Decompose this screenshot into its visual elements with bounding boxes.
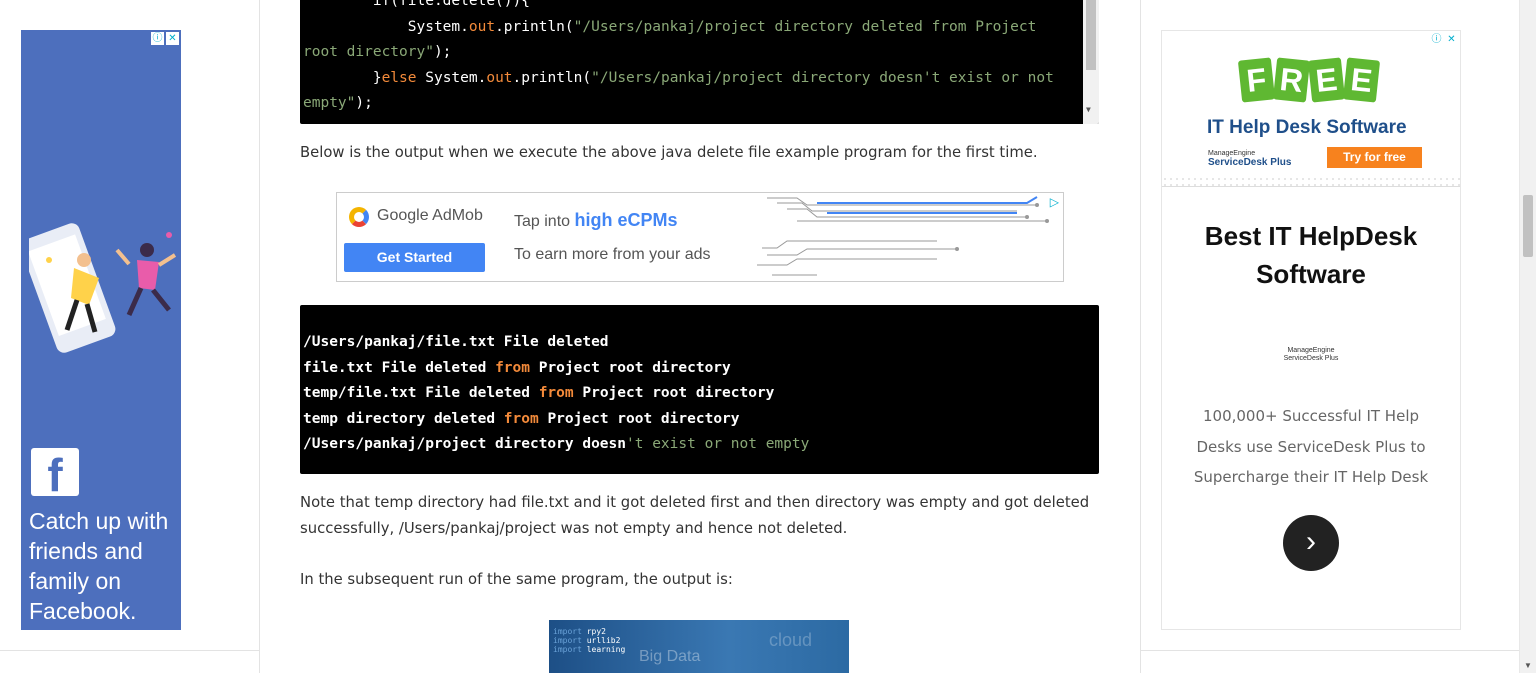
image-code-text: import rpy2 import urllib2 import learni… (553, 627, 626, 654)
code-line: empty"); (303, 95, 373, 111)
output-line: /Users/pankaj/file.txt File deleted (303, 334, 609, 350)
code-line: root directory"); (303, 44, 452, 60)
left-sidebar: ⓘ ✕ f Catch up with friends and family o… (0, 0, 260, 673)
servicedesk-ad[interactable]: ⓘ ✕ FREE IT Help Desk Software ManageEng… (1161, 30, 1461, 630)
ad-description: 100,000+ Successful IT Help Desks use Se… (1193, 407, 1429, 486)
right-sidebar: ⓘ ✕ FREE IT Help Desk Software ManageEng… (1141, 0, 1519, 673)
servicedesk-banner[interactable]: ⓘ ✕ FREE IT Help Desk Software ManageEng… (1162, 31, 1460, 187)
google-admob-ad[interactable]: Google AdMob Get Started Tap into high e… (336, 192, 1064, 282)
page-scrollbar[interactable]: ▼ (1519, 0, 1536, 673)
console-output-block[interactable]: /Users/pankaj/file.txt File deleted file… (300, 305, 1099, 474)
ad-close-icon[interactable]: ✕ (166, 32, 179, 45)
phone-illustration (29, 223, 177, 353)
right-divider (1141, 650, 1519, 651)
code-scroll-thumb[interactable] (1086, 0, 1096, 70)
scroll-down-arrow-icon[interactable]: ▼ (1086, 97, 1091, 123)
dotted-pattern (1162, 176, 1460, 186)
admob-subtext: To earn more from your ads (514, 246, 711, 263)
facebook-logo-icon: f (31, 448, 79, 496)
banner-title: IT Help Desk Software (1207, 117, 1407, 138)
facebook-ad[interactable]: ⓘ ✕ f Catch up with friends and family o… (21, 30, 181, 630)
free-letter: R (1272, 57, 1311, 103)
ad-choices-badge[interactable]: ⓘ ✕ (151, 32, 179, 45)
ad-info-icon[interactable]: ⓘ (151, 32, 164, 45)
code-line: if(file.delete()){ (303, 0, 530, 9)
output-line: temp directory deleted from Project root… (303, 410, 740, 427)
image-cloud-text: cloud (769, 630, 813, 650)
article-content: if(file.delete()){ System.out.println("/… (260, 0, 1141, 673)
admob-logo-icon (349, 207, 369, 227)
scroll-down-arrow-icon[interactable]: ▼ (1524, 661, 1532, 670)
next-arrow-button[interactable]: › (1283, 515, 1339, 571)
free-letter: E (1342, 57, 1381, 103)
facebook-ad-text: Catch up with friends and family on Face… (29, 508, 169, 624)
paragraph-note: Note that temp directory had file.txt an… (300, 494, 1090, 537)
paragraph-subsequent-run: In the subsequent run of the same progra… (300, 571, 733, 588)
free-letter: E (1307, 57, 1346, 103)
ad-info-icon[interactable]: ⓘ (1430, 33, 1443, 46)
code-line: }else System.out.println("/Users/pankaj/… (303, 69, 1054, 86)
ad-choices-badge[interactable]: ⓘ ✕ (1430, 33, 1458, 46)
code-line: System.out.println("/Users/pankaj/projec… (303, 18, 1037, 35)
code-scrollbar[interactable]: ▼ (1083, 0, 1099, 124)
try-for-free-button[interactable]: Try for free (1327, 147, 1422, 168)
big-data-image: import rpy2 import urllib2 import learni… (549, 620, 849, 673)
ad-headline: Best IT HelpDesk Software (1204, 221, 1418, 289)
java-code-block[interactable]: if(file.delete()){ System.out.println("/… (300, 0, 1099, 124)
output-line: /Users/pankaj/project directory doesn't … (303, 436, 810, 452)
paragraph-output-intro: Below is the output when we execute the … (300, 144, 1038, 161)
output-line: temp/file.txt File deleted from Project … (303, 385, 775, 401)
ad-close-icon[interactable]: ✕ (1445, 33, 1458, 46)
manageengine-small-logo: ManageEngine ServiceDesk Plus (1208, 150, 1292, 168)
admob-headline: Tap into high eCPMs (514, 210, 678, 230)
page-scroll-thumb[interactable] (1523, 195, 1533, 257)
manageengine-logo: ManageEngine ServiceDesk Plus (1283, 347, 1339, 362)
free-tags-graphic: FREE (1237, 51, 1390, 111)
left-divider (0, 650, 260, 651)
ad-choices-play-icon[interactable]: ▷ (1050, 195, 1059, 209)
circuit-lines-graphic (757, 196, 1049, 276)
image-big-data-text: Big Data (639, 648, 701, 665)
admob-brand: Google AdMob (377, 207, 483, 224)
free-letter: F (1237, 57, 1276, 103)
output-line: file.txt File deleted from Project root … (303, 359, 731, 376)
get-started-button[interactable]: Get Started (344, 243, 485, 272)
